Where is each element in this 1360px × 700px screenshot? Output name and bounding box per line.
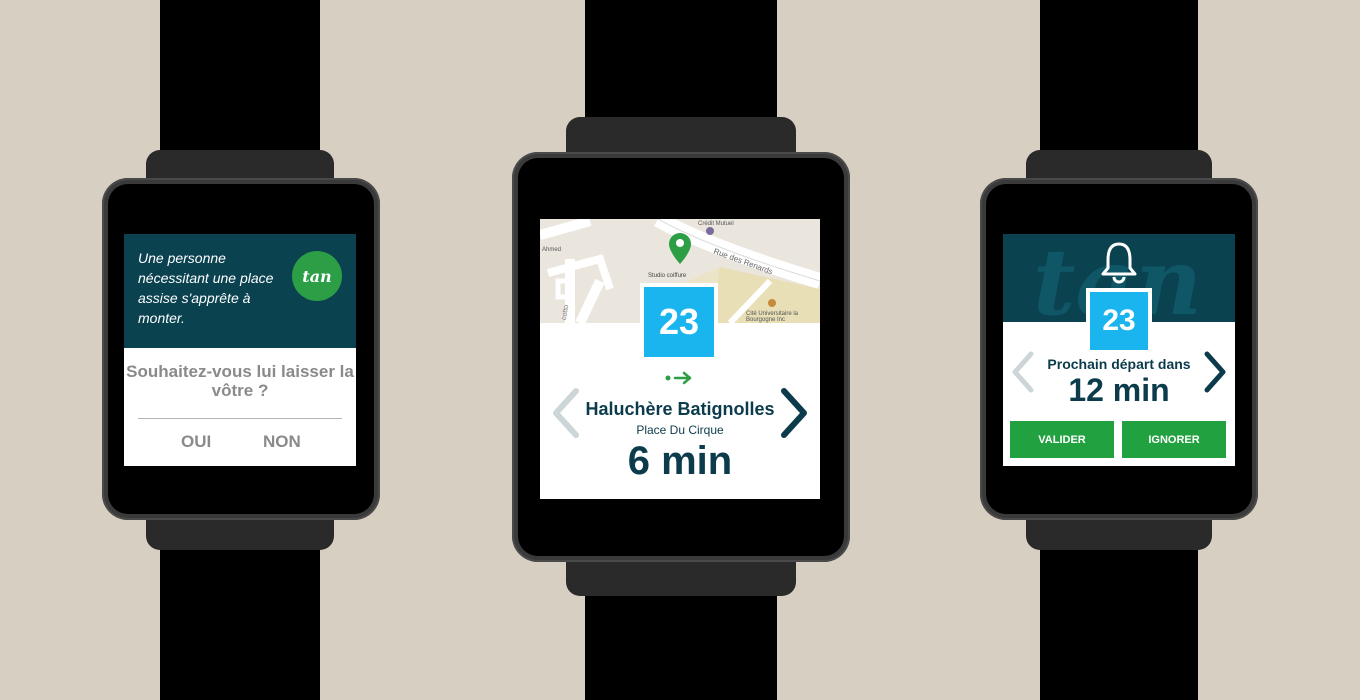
bell-icon xyxy=(1101,242,1137,284)
yes-button[interactable]: OUI xyxy=(181,432,211,452)
line-badge: 23 xyxy=(644,287,714,357)
no-button[interactable]: NON xyxy=(263,432,301,452)
seat-question: Souhaitez-vous lui laisser la vôtre ? xyxy=(126,362,354,400)
map-label-studio: Studio coiffure xyxy=(648,273,687,279)
divider xyxy=(138,418,342,419)
watch-3-strap-bottom xyxy=(1040,546,1198,700)
departure-time: 6 min xyxy=(627,439,733,483)
notification-header: Une personne nécessitant une place assis… xyxy=(124,234,356,348)
tan-logo: tan xyxy=(292,251,342,301)
map-label-ahmed: Ahmed xyxy=(542,247,562,253)
stop-sub: Place Du Cirque xyxy=(636,423,724,437)
validate-button[interactable]: VALIDER xyxy=(1010,421,1114,458)
direction-arrow-icon xyxy=(665,371,692,385)
next-departure-time: 12 min xyxy=(1068,372,1170,408)
next-departure-label: Prochain départ dans xyxy=(1047,356,1191,372)
map-label-cite: Cité Universitaire la Bourgogne Inc xyxy=(746,311,799,323)
watch-2-strap-bottom xyxy=(585,586,777,700)
watch-3-screen: tan 23 Prochain départ dans 12 min VALID… xyxy=(1003,234,1235,466)
notification-message: Une personne nécessitant une place assis… xyxy=(138,250,274,326)
ignore-button[interactable]: IGNORER xyxy=(1122,421,1226,458)
watch-3-strap-top xyxy=(1040,0,1198,152)
watch-2-strap-top xyxy=(585,0,777,120)
watch-1-strap-top xyxy=(160,0,320,152)
stop-name: Haluchère Batignolles xyxy=(585,399,775,419)
watch-1-strap-bottom xyxy=(160,546,320,700)
line-badge: 23 xyxy=(1090,292,1148,350)
map-label-credit: Crédit Mutuel xyxy=(698,221,734,227)
watch-1-screen: Une personne nécessitant une place assis… xyxy=(124,234,356,466)
watch-2-screen: Crédit Mutuel Ahmed Rue des Renards Stud… xyxy=(540,219,820,499)
